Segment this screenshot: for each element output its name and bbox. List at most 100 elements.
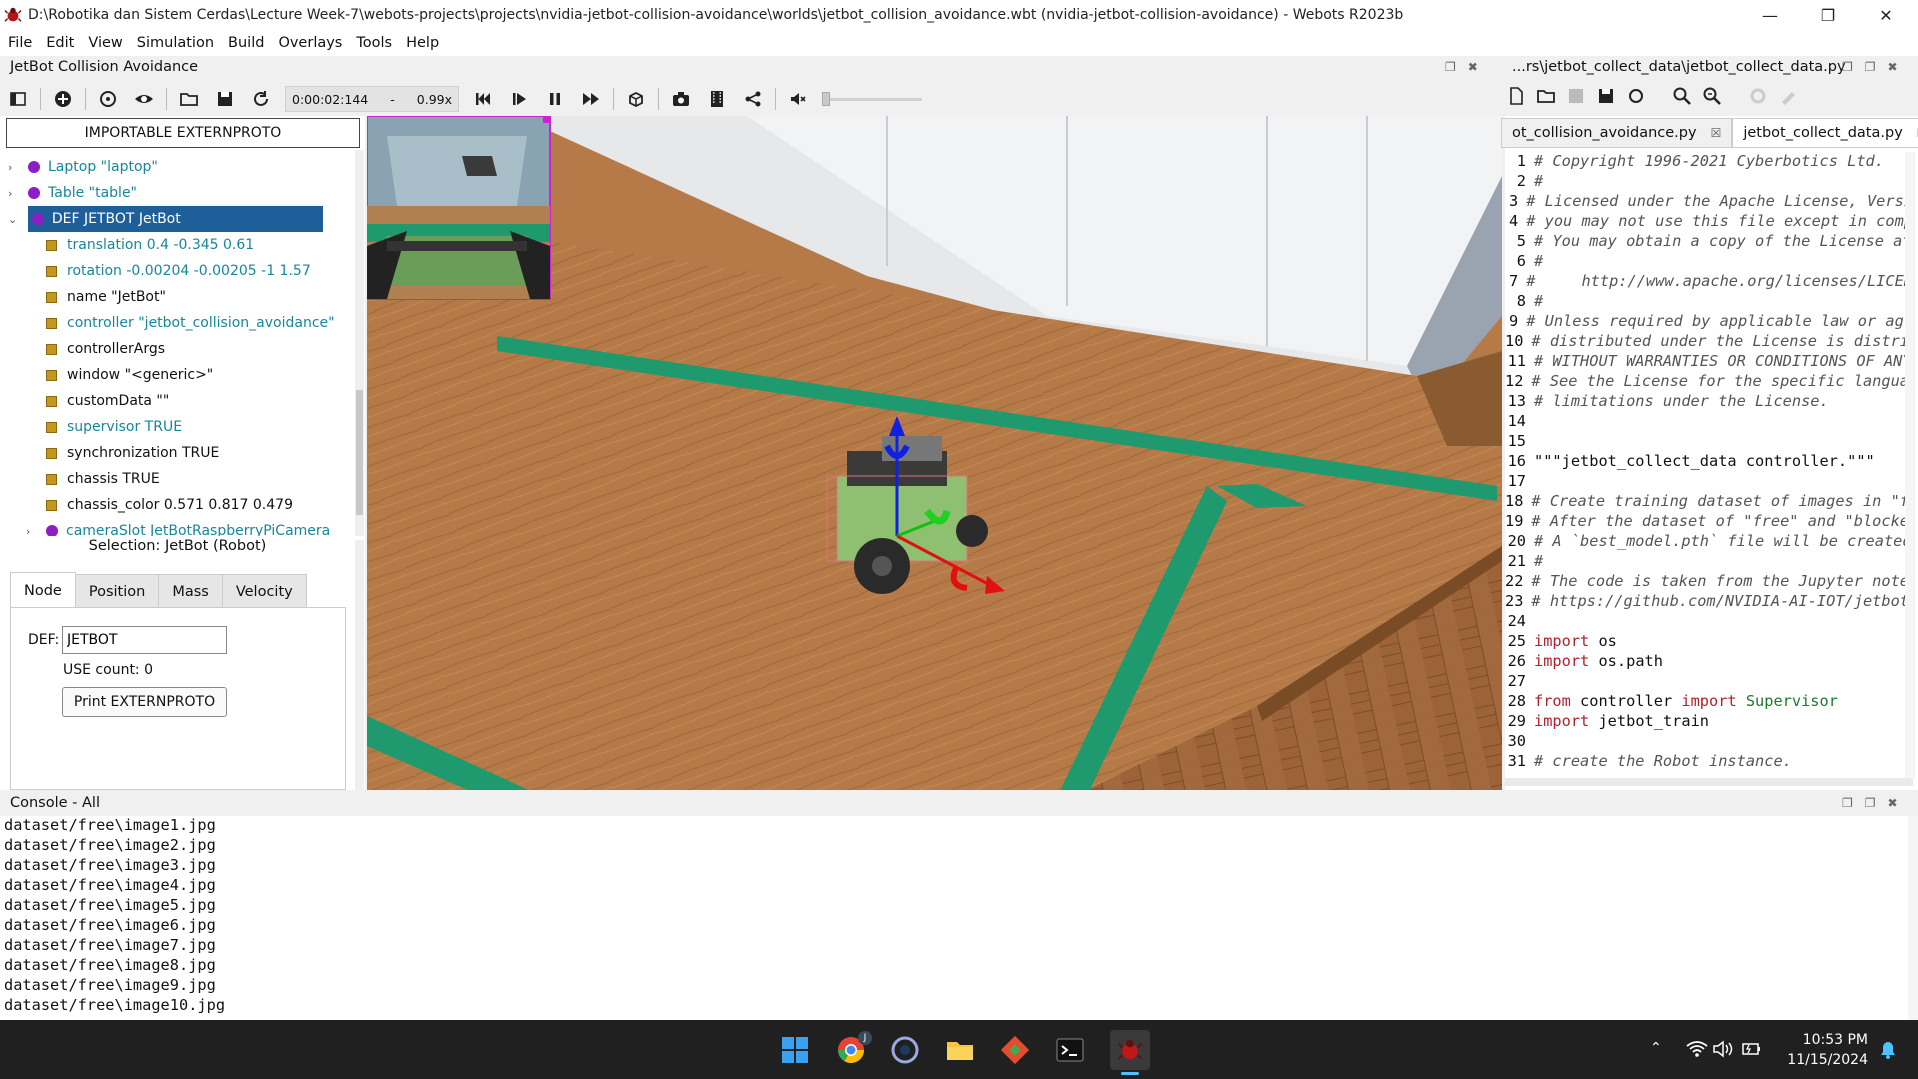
rendering-button[interactable] (618, 84, 654, 114)
open-file-icon[interactable] (1536, 86, 1556, 106)
code-scrollbar[interactable] (1905, 152, 1915, 778)
float-icon[interactable]: ❐ (1842, 60, 1853, 74)
code-line[interactable]: 7 # http://www.apache.org/licenses/LICEN (1505, 272, 1913, 292)
float-icon[interactable]: ❐ (1445, 60, 1456, 74)
code-line[interactable]: 15 (1505, 432, 1913, 452)
edge-dev-taskbar-button[interactable] (890, 1035, 920, 1065)
new-file-icon[interactable] (1506, 86, 1526, 106)
save-file-icon[interactable] (1566, 86, 1586, 106)
tree-node-camera-slot[interactable]: › cameraSlot JetBotRaspberryPiCamera (26, 518, 330, 536)
scene-render[interactable] (367, 116, 1502, 790)
console-scrollbar[interactable] (1908, 816, 1918, 1020)
code-line[interactable]: 30 (1505, 732, 1913, 752)
3d-viewport[interactable] (367, 116, 1502, 790)
restore-icon[interactable]: ❐ (1865, 60, 1876, 74)
start-button[interactable] (780, 1035, 810, 1065)
chevron-right-icon[interactable]: › (26, 525, 38, 537)
def-input[interactable] (62, 626, 227, 654)
code-line[interactable]: 1 # Copyright 1996-2021 Cyberbotics Ltd. (1505, 152, 1913, 172)
code-line[interactable]: 31 # create the Robot instance. (1505, 752, 1913, 772)
maximize-button[interactable]: ❐ (1800, 0, 1856, 30)
code-line[interactable]: 20 # A `best_model.pth` file will be crea… (1505, 532, 1913, 552)
tree-node-jetbot-row[interactable]: ⌄ DEF JETBOT JetBot (8, 206, 323, 232)
scene-tree-scrollbar[interactable] (355, 150, 364, 536)
chevron-down-icon[interactable]: ⌄ (8, 213, 20, 226)
reload-world-button[interactable] (90, 84, 126, 114)
code-line[interactable]: 28 from controller import Supervisor (1505, 692, 1913, 712)
toggle-scene-tree-button[interactable] (0, 84, 36, 114)
field-chassis[interactable]: chassis TRUE (46, 466, 160, 492)
tab-mass[interactable]: Mass (158, 574, 223, 608)
node-pane-scrollbar[interactable] (355, 540, 364, 790)
code-line[interactable]: 17 (1505, 472, 1913, 492)
code-line[interactable]: 23 # https://github.com/NVIDIA-AI-IOT/jet… (1505, 592, 1913, 612)
terminal-taskbar-button[interactable] (1055, 1035, 1085, 1065)
camera-overlay[interactable] (367, 116, 551, 300)
field-supervisor[interactable]: supervisor TRUE (46, 414, 182, 440)
code-line[interactable]: 13 # limitations under the License. (1505, 392, 1913, 412)
field-rotation[interactable]: rotation -0.00204 -0.00205 -1 1.57 (46, 258, 311, 284)
code-line[interactable]: 14 (1505, 412, 1913, 432)
code-line[interactable]: 10 # distributed under the License is dis… (1505, 332, 1913, 352)
share-button[interactable] (735, 84, 771, 114)
float-icon[interactable]: ❐ (1842, 796, 1853, 810)
find-icon[interactable] (1672, 86, 1692, 106)
code-line[interactable]: 2 # (1505, 172, 1913, 192)
open-world-button[interactable] (171, 84, 207, 114)
field-translation[interactable]: translation 0.4 -0.345 0.61 (46, 232, 254, 258)
menu-build[interactable]: Build (220, 35, 270, 51)
code-line[interactable]: 22 # The code is taken from the Jupyter n… (1505, 572, 1913, 592)
code-line[interactable]: 25 import os (1505, 632, 1913, 652)
pause-button[interactable] (537, 84, 573, 114)
menu-view[interactable]: View (80, 35, 128, 51)
chevron-right-icon[interactable]: › (8, 161, 20, 174)
code-editor[interactable]: 1 # Copyright 1996-2021 Cyberbotics Ltd. 2… (1505, 152, 1913, 778)
code-line[interactable]: 3 # Licensed under the Apache License, Ve… (1505, 192, 1913, 212)
code-line[interactable]: 18 # Create training dataset of images in… (1505, 492, 1913, 512)
menu-help[interactable]: Help (398, 35, 445, 51)
close-button[interactable]: ✕ (1858, 0, 1914, 30)
notification-bell-icon[interactable] (1878, 1040, 1898, 1060)
close-icon[interactable]: ✖ (1468, 60, 1478, 74)
mute-button[interactable] (780, 84, 816, 114)
tree-node-jetbot[interactable]: DEF JETBOT JetBot (27, 206, 323, 232)
build-settings-icon[interactable] (1748, 86, 1768, 106)
code-line[interactable]: 26 import os.path (1505, 652, 1913, 672)
field-synchronization[interactable]: synchronization TRUE (46, 440, 219, 466)
volume-slider[interactable] (822, 89, 923, 109)
tray-overflow-icon[interactable]: ⌃ (1650, 1040, 1662, 1056)
code-line[interactable]: 21 # (1505, 552, 1913, 572)
tab-collision-avoidance[interactable]: ot_collision_avoidance.py ☒ (1501, 118, 1733, 148)
wifi-icon[interactable] (1686, 1040, 1708, 1058)
tab-collect-data[interactable]: jetbot_collect_data.py☒ (1732, 118, 1918, 148)
add-node-button[interactable] (45, 84, 81, 114)
tree-node-laptop[interactable]: › Laptop "laptop" (8, 154, 158, 180)
menu-tools[interactable]: Tools (348, 35, 398, 51)
close-icon[interactable]: ✖ (1888, 60, 1898, 74)
code-line[interactable]: 9 # Unless required by applicable law or … (1505, 312, 1913, 332)
code-line[interactable]: 4 # you may not use this file except in c… (1505, 212, 1913, 232)
code-line[interactable]: 8 # (1505, 292, 1913, 312)
volume-icon[interactable] (1712, 1040, 1734, 1058)
revert-world-button[interactable] (243, 84, 279, 114)
code-line[interactable]: 19 # After the dataset of "free" and "blo… (1505, 512, 1913, 532)
record-movie-button[interactable] (699, 84, 735, 114)
menu-simulation[interactable]: Simulation (129, 35, 220, 51)
view-button[interactable] (126, 84, 162, 114)
code-line[interactable]: 24 (1505, 612, 1913, 632)
screenshot-button[interactable] (663, 84, 699, 114)
chevron-right-icon[interactable]: › (8, 187, 20, 200)
menu-overlays[interactable]: Overlays (270, 35, 348, 51)
tab-velocity[interactable]: Velocity (221, 574, 307, 608)
code-line[interactable]: 16 """jetbot_collect_data controller.""" (1505, 452, 1913, 472)
file-explorer-taskbar-button[interactable] (945, 1035, 975, 1065)
print-externproto-button[interactable]: Print EXTERNPROTO (62, 687, 227, 717)
step-button[interactable] (501, 84, 537, 114)
tab-position[interactable]: Position (74, 574, 160, 608)
code-line[interactable]: 27 (1505, 672, 1913, 692)
menu-file[interactable]: File (0, 35, 38, 51)
reset-simulation-button[interactable] (465, 84, 501, 114)
importable-externproto-button[interactable]: IMPORTABLE EXTERNPROTO (6, 118, 360, 148)
git-taskbar-button[interactable] (1000, 1035, 1030, 1065)
tab-node[interactable]: Node (10, 572, 76, 608)
